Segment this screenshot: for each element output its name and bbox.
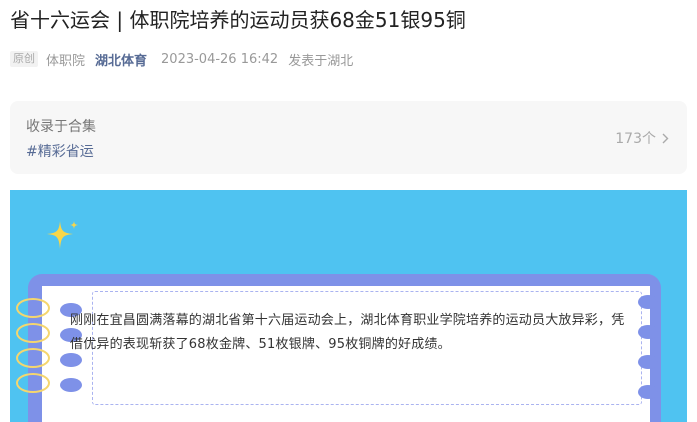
collection-count[interactable]: 173个	[615, 128, 669, 148]
publish-location: 发表于湖北	[288, 53, 354, 69]
account-link[interactable]: 湖北体育	[95, 50, 147, 69]
binder-hole	[638, 325, 658, 339]
article-meta: 原创 体职院 湖北体育 2023-04-26 16:42 发表于湖北	[10, 49, 353, 69]
sparkle-icon	[47, 221, 78, 249]
binder-hole	[60, 378, 82, 392]
binder-hole	[638, 295, 658, 309]
hero-paragraph: 刚刚在宜昌圆满落幕的湖北省第十六届运动会上，湖北体育职业学院培养的运动员大放异彩…	[70, 313, 625, 352]
collection-card[interactable]: 收录于合集 #精彩省运 173个	[10, 101, 687, 174]
chevron-right-icon	[662, 133, 669, 143]
collection-tag[interactable]: #精彩省运	[26, 141, 94, 161]
author-name: 体职院	[46, 53, 86, 69]
collection-count-text: 173个	[615, 131, 656, 147]
binder-ring	[16, 373, 50, 393]
binder-ring	[16, 298, 50, 318]
binder-hole	[638, 355, 658, 369]
hero-banner: 刚刚在宜昌圆满落幕的湖北省第十六届运动会上，湖北体育职业学院培养的运动员大放异彩…	[10, 190, 687, 422]
article-title: 省十六运会 | 体职院培养的运动员获68金51银95铜	[10, 8, 466, 32]
binder-ring	[16, 323, 50, 343]
binder-ring	[16, 348, 50, 368]
collection-label: 收录于合集	[26, 119, 96, 135]
original-badge: 原创	[10, 51, 38, 67]
binder-hole	[638, 385, 658, 399]
publish-time: 2023-04-26 16:42	[161, 51, 279, 67]
